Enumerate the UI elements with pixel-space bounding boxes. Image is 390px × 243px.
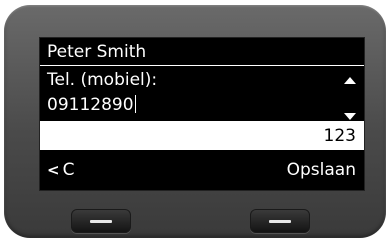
phone-number-value: 09112890 bbox=[47, 95, 134, 115]
title-divider bbox=[40, 65, 364, 66]
left-button-dash-icon bbox=[90, 220, 112, 223]
right-button-dash-icon bbox=[269, 220, 291, 223]
display-screen: Peter Smith Tel. (mobiel): 09112890 123 … bbox=[39, 37, 365, 191]
scroll-up-icon[interactable] bbox=[344, 77, 356, 84]
softkey-bar: < C Opslaan bbox=[40, 158, 364, 182]
field-label: Tel. (mobiel): bbox=[47, 70, 158, 90]
left-hardware-button[interactable] bbox=[71, 209, 131, 233]
softkey-save[interactable]: Opslaan bbox=[287, 158, 356, 182]
softkey-clear[interactable]: < C bbox=[47, 158, 74, 182]
text-cursor bbox=[134, 95, 136, 113]
input-mode-indicator: 123 bbox=[40, 121, 364, 150]
phone-number-input[interactable]: 09112890 bbox=[40, 92, 364, 118]
phone-device: Peter Smith Tel. (mobiel): 09112890 123 … bbox=[4, 5, 386, 238]
contact-name-title: Peter Smith bbox=[47, 42, 147, 62]
right-hardware-button[interactable] bbox=[250, 209, 310, 233]
chevron-left-icon: < bbox=[47, 161, 60, 179]
softkey-clear-label: C bbox=[62, 160, 75, 180]
scroll-down-icon[interactable] bbox=[344, 113, 356, 120]
